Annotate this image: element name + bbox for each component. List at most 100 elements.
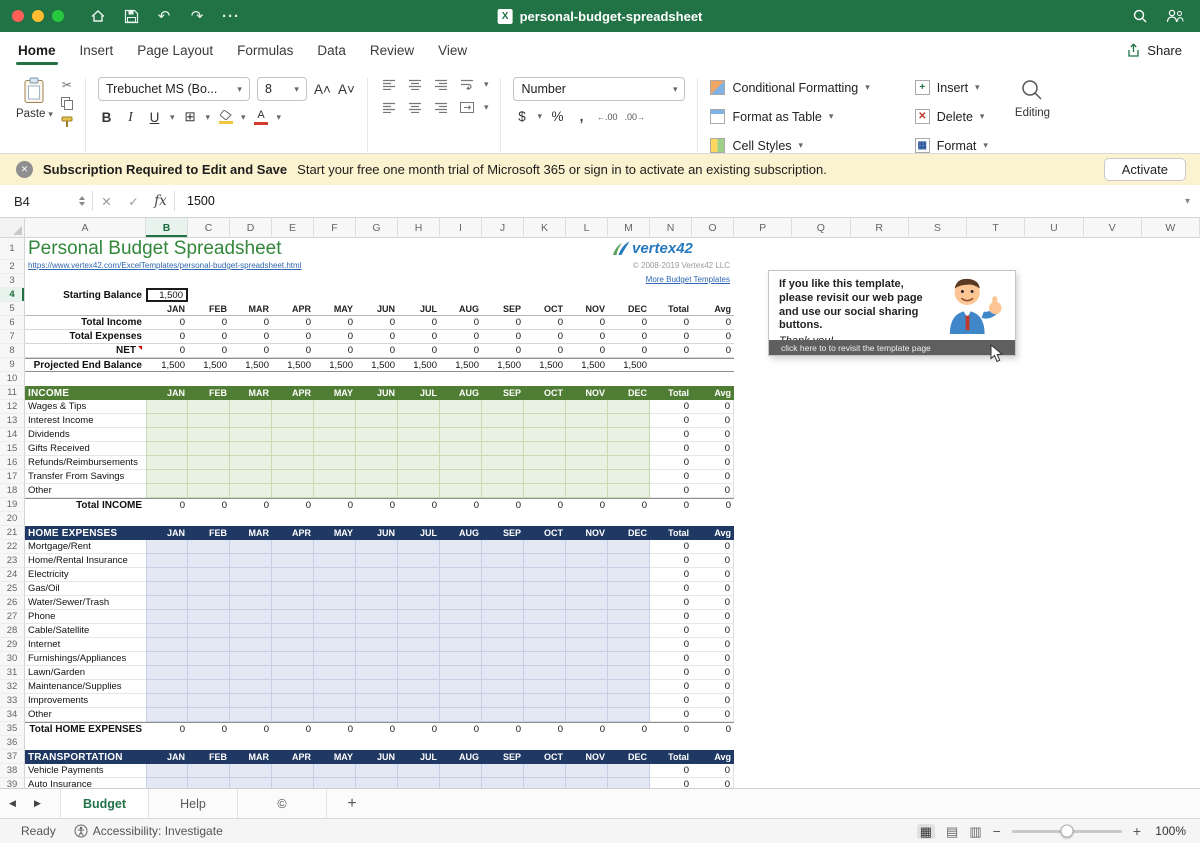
month-header-may[interactable]: MAY (314, 302, 356, 316)
month-cell[interactable] (524, 624, 566, 638)
month-cell[interactable] (146, 694, 188, 708)
item-total[interactable]: 0 (650, 400, 692, 414)
month-cell[interactable] (356, 708, 398, 722)
month-cell[interactable] (440, 778, 482, 788)
item-avg[interactable]: 0 (692, 442, 734, 456)
summary-total[interactable]: 0 (650, 344, 692, 358)
month-cell[interactable] (314, 442, 356, 456)
month-cell[interactable] (440, 694, 482, 708)
month-cell[interactable] (188, 764, 230, 778)
borders-button[interactable]: ⊞ (181, 109, 198, 125)
align-center-button[interactable] (406, 100, 425, 115)
month-cell[interactable] (146, 652, 188, 666)
name-box-stepper[interactable] (79, 196, 85, 206)
month-cell[interactable] (524, 428, 566, 442)
month-cell[interactable] (608, 708, 650, 722)
month-cell[interactable] (524, 708, 566, 722)
line-item-gifts-received[interactable]: Gifts Received (25, 442, 146, 456)
month-header-sep[interactable]: SEP (482, 386, 524, 400)
line-item-vehicle-payments[interactable]: Vehicle Payments (25, 764, 146, 778)
month-cell[interactable] (608, 596, 650, 610)
item-total[interactable]: 0 (650, 610, 692, 624)
month-cell[interactable] (482, 680, 524, 694)
item-total[interactable]: 0 (650, 442, 692, 456)
section-total-avg[interactable]: 0 (692, 498, 734, 512)
row-number-10[interactable]: 10 (0, 372, 25, 386)
summary-value[interactable]: 0 (272, 330, 314, 344)
month-header-nov[interactable]: NOV (566, 302, 608, 316)
month-cell[interactable] (188, 428, 230, 442)
month-cell[interactable] (314, 694, 356, 708)
month-cell[interactable] (566, 652, 608, 666)
section-total-month[interactable]: 0 (566, 498, 608, 512)
row-number-7[interactable]: 7 (0, 330, 25, 344)
row-number-30[interactable]: 30 (0, 652, 25, 666)
summary-value[interactable]: 0 (440, 316, 482, 330)
month-cell[interactable] (356, 764, 398, 778)
summary-value[interactable]: 1,500 (524, 358, 566, 372)
month-cell[interactable] (314, 456, 356, 470)
month-cell[interactable] (230, 596, 272, 610)
month-cell[interactable] (566, 596, 608, 610)
month-cell[interactable] (356, 610, 398, 624)
month-cell[interactable] (230, 540, 272, 554)
month-header-nov[interactable]: NOV (566, 750, 608, 764)
month-cell[interactable] (566, 568, 608, 582)
item-avg[interactable]: 0 (692, 554, 734, 568)
line-item-mortgage-rent[interactable]: Mortgage/Rent (25, 540, 146, 554)
column-header-w[interactable]: W (1142, 218, 1200, 238)
month-cell[interactable] (188, 708, 230, 722)
month-cell[interactable] (566, 540, 608, 554)
month-cell[interactable] (356, 470, 398, 484)
section-total-month[interactable]: 0 (398, 498, 440, 512)
item-avg[interactable]: 0 (692, 596, 734, 610)
section-title-transportation[interactable]: TRANSPORTATION (25, 750, 146, 764)
month-cell[interactable] (272, 456, 314, 470)
month-cell[interactable] (314, 400, 356, 414)
total-header[interactable]: Total (650, 750, 692, 764)
month-cell[interactable] (188, 456, 230, 470)
section-total-month[interactable]: 0 (482, 498, 524, 512)
month-cell[interactable] (608, 414, 650, 428)
summary-value[interactable]: 0 (440, 344, 482, 358)
column-header-n[interactable]: N (650, 218, 692, 238)
column-header-c[interactable]: C (188, 218, 230, 238)
month-cell[interactable] (398, 694, 440, 708)
month-cell[interactable] (608, 470, 650, 484)
italic-button[interactable]: I (122, 109, 139, 125)
line-item-internet[interactable]: Internet (25, 638, 146, 652)
summary-value[interactable]: 0 (440, 330, 482, 344)
month-cell[interactable] (230, 400, 272, 414)
row-number-34[interactable]: 34 (0, 708, 25, 722)
month-cell[interactable] (230, 666, 272, 680)
section-title-income[interactable]: INCOME (25, 386, 146, 400)
month-cell[interactable] (608, 624, 650, 638)
month-cell[interactable] (230, 694, 272, 708)
summary-value[interactable]: 0 (566, 344, 608, 358)
avg-header[interactable]: Avg (692, 386, 734, 400)
section-total-month[interactable]: 0 (440, 722, 482, 736)
section-total-label[interactable]: Total INCOME (25, 498, 146, 512)
save-icon[interactable] (123, 9, 139, 24)
month-cell[interactable] (398, 764, 440, 778)
month-cell[interactable] (272, 778, 314, 788)
item-avg[interactable]: 0 (692, 624, 734, 638)
month-cell[interactable] (482, 652, 524, 666)
month-cell[interactable] (566, 666, 608, 680)
row-number-27[interactable]: 27 (0, 610, 25, 624)
month-cell[interactable] (272, 582, 314, 596)
section-total-month[interactable]: 0 (314, 498, 356, 512)
month-cell[interactable] (482, 442, 524, 456)
page-break-view-icon[interactable]: ▥ (969, 825, 981, 838)
item-total[interactable]: 0 (650, 414, 692, 428)
month-cell[interactable] (272, 694, 314, 708)
row-number-35[interactable]: 35 (0, 722, 25, 736)
summary-avg[interactable] (692, 358, 734, 372)
item-total[interactable]: 0 (650, 568, 692, 582)
summary-value[interactable]: 0 (230, 344, 272, 358)
month-cell[interactable] (188, 442, 230, 456)
month-cell[interactable] (146, 638, 188, 652)
avg-header[interactable]: Avg (692, 526, 734, 540)
section-total-month[interactable]: 0 (188, 722, 230, 736)
month-cell[interactable] (146, 568, 188, 582)
